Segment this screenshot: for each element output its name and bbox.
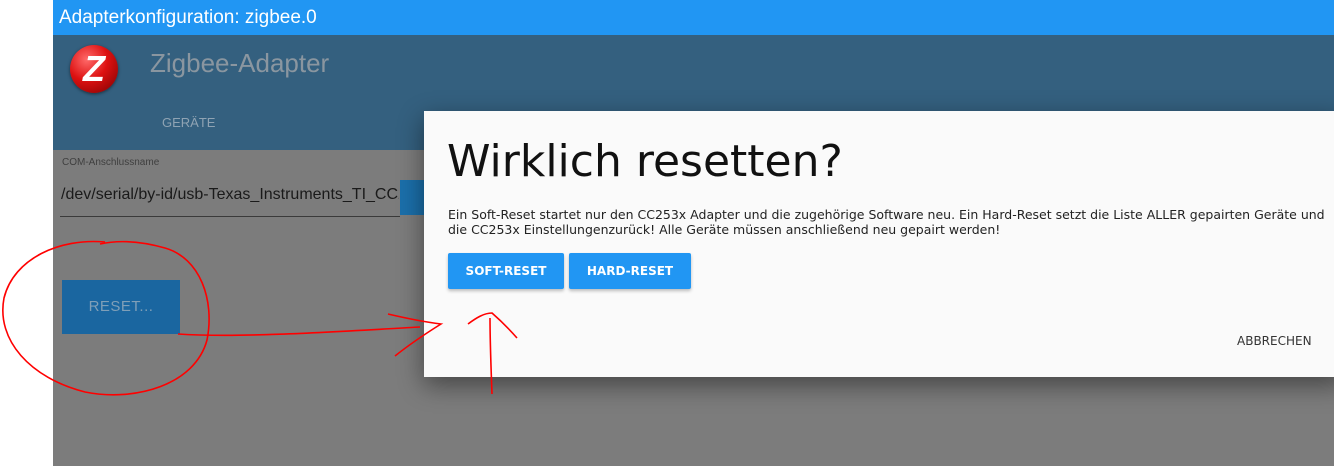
soft-reset-button[interactable]: SOFT-RESET [448, 253, 564, 289]
zigbee-logo-icon: Z [70, 45, 118, 93]
reset-confirm-dialog: Wirklich resetten? Ein Soft-Reset starte… [424, 111, 1334, 377]
hard-reset-button[interactable]: HARD-RESET [569, 253, 691, 289]
logo-letter: Z [83, 48, 105, 89]
com-port-label: COM-Anschlussname [62, 157, 160, 168]
cancel-button[interactable]: ABBRECHEN [1237, 334, 1312, 348]
com-port-input[interactable]: /dev/serial/by-id/usb-Texas_Instruments_… [61, 186, 399, 204]
window-title: Adapterkonfiguration: zigbee.0 [53, 0, 1334, 35]
tab-geraete[interactable]: GERÄTE [162, 115, 215, 130]
reset-button[interactable]: RESET... [62, 280, 180, 334]
app-title: Zigbee-Adapter [150, 48, 330, 78]
dialog-message: Ein Soft-Reset startet nur den CC253x Ad… [448, 207, 1325, 237]
dialog-title: Wirklich resetten? [447, 136, 843, 187]
com-port-underline [60, 216, 400, 217]
